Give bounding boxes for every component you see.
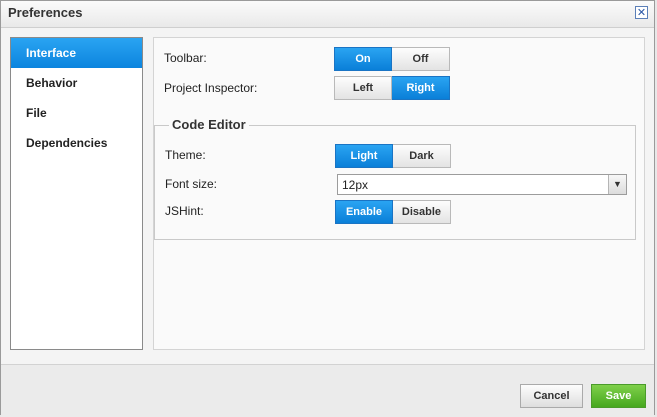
jshint-label: JSHint: xyxy=(165,204,204,218)
preferences-dialog: Preferences ✕ Interface Behavior File De… xyxy=(0,0,655,417)
chevron-down-icon[interactable]: ▼ xyxy=(608,175,626,194)
sidebar-item-dependencies[interactable]: Dependencies xyxy=(11,128,142,158)
sidebar: Interface Behavior File Dependencies xyxy=(10,37,143,350)
sidebar-item-behavior[interactable]: Behavior xyxy=(11,68,142,98)
code-editor-legend: Code Editor xyxy=(169,117,249,132)
code-editor-group: Code Editor Theme: Light Dark Font size:… xyxy=(154,117,636,240)
project-inspector-right-button[interactable]: Right xyxy=(392,76,450,100)
settings-panel: Toolbar: On Off Project Inspector: Left … xyxy=(153,37,645,350)
jshint-enable-button[interactable]: Enable xyxy=(335,200,393,224)
font-size-value: 12px xyxy=(342,178,369,192)
jshint-disable-button[interactable]: Disable xyxy=(393,200,451,224)
theme-label: Theme: xyxy=(165,148,206,162)
theme-dark-button[interactable]: Dark xyxy=(393,144,451,168)
theme-light-button[interactable]: Light xyxy=(335,144,393,168)
dialog-body: Interface Behavior File Dependencies Too… xyxy=(1,28,654,364)
font-size-select[interactable]: 12px ▼ xyxy=(337,174,627,195)
sidebar-item-file[interactable]: File xyxy=(11,98,142,128)
project-inspector-toggle: Left Right xyxy=(334,76,450,100)
toolbar-toggle: On Off xyxy=(334,47,450,71)
toolbar-on-button[interactable]: On xyxy=(334,47,392,71)
font-size-label: Font size: xyxy=(165,177,218,191)
toolbar-off-button[interactable]: Off xyxy=(392,47,450,71)
project-inspector-left-button[interactable]: Left xyxy=(334,76,392,100)
dialog-title: Preferences xyxy=(8,5,83,20)
jshint-toggle: Enable Disable xyxy=(335,200,451,224)
close-icon[interactable]: ✕ xyxy=(635,6,648,19)
sidebar-item-interface[interactable]: Interface xyxy=(11,38,142,68)
title-bar: Preferences ✕ xyxy=(1,1,654,28)
cancel-button[interactable]: Cancel xyxy=(520,384,583,408)
theme-toggle: Light Dark xyxy=(335,144,451,168)
save-button[interactable]: Save xyxy=(591,384,646,408)
project-inspector-label: Project Inspector: xyxy=(164,81,258,95)
dialog-footer: Cancel Save xyxy=(1,364,654,417)
toolbar-label: Toolbar: xyxy=(164,51,207,65)
